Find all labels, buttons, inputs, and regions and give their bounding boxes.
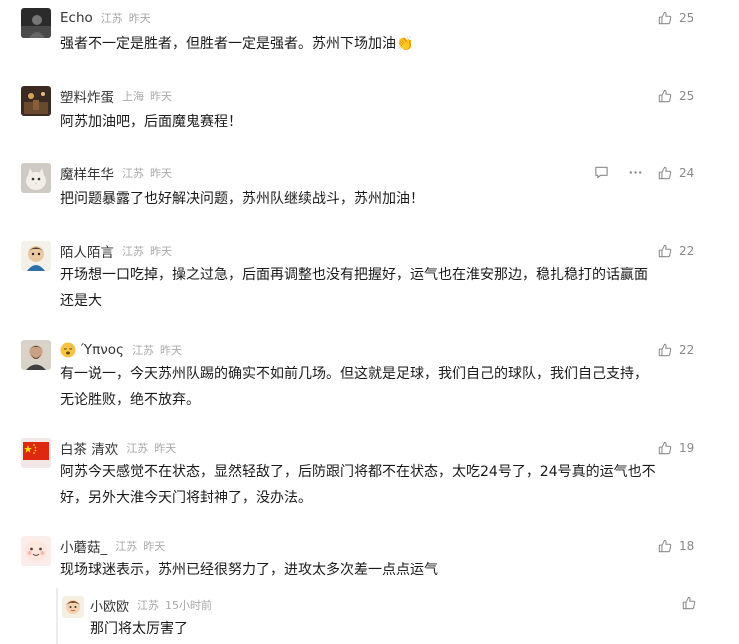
cartoon-avatar-icon[interactable]: [62, 596, 84, 618]
like-count: 24: [679, 166, 695, 180]
comment-username[interactable]: Echo: [60, 10, 93, 26]
comment-time: 昨天: [150, 90, 172, 103]
cartoon-avatar-icon[interactable]: [21, 241, 51, 271]
comment-time: 昨天: [143, 540, 166, 553]
thumbs-up-icon[interactable]: [682, 596, 696, 610]
smile-avatar-icon[interactable]: [21, 536, 51, 566]
reply-location: 江苏: [137, 599, 160, 612]
like-button[interactable]: 25: [658, 8, 696, 28]
comment-username[interactable]: 陌人陌言: [60, 241, 114, 261]
comment-time: 昨天: [128, 12, 151, 25]
comment-location: 上海: [122, 90, 144, 103]
portrait-avatar-icon[interactable]: [21, 340, 51, 370]
comment-time: 昨天: [154, 442, 177, 455]
comment-time: 昨天: [160, 344, 182, 357]
comment-username[interactable]: 小蘑菇_: [60, 536, 107, 556]
like-count: 18: [679, 539, 695, 553]
comment-username[interactable]: 魔样年华: [60, 163, 114, 183]
comment-location: 江苏: [115, 540, 138, 553]
thumbs-up-icon: [658, 166, 672, 180]
comment-text: 阿苏今天感觉不在状态，显然轻敌了，后防跟门将都不在状态，太吃24号了，24号真的…: [60, 464, 656, 506]
comment-text: 有一说一，今天苏州队踢的确实不如前几场。但这就是足球，我们自己的球队，我们自己支…: [60, 366, 648, 408]
thumbs-up-icon: [658, 343, 672, 357]
user-avatar-icon[interactable]: [21, 86, 51, 116]
more-icon[interactable]: [628, 165, 643, 180]
comment-username[interactable]: 塑料炸蛋: [60, 86, 114, 106]
like-count: 25: [679, 11, 695, 25]
like-button[interactable]: 24: [658, 163, 696, 183]
thumbs-up-icon: [658, 244, 672, 258]
comment-username[interactable]: Ύπνος: [81, 342, 124, 358]
like-count: 19: [679, 441, 695, 455]
comment-text: 强者不一定是胜者，但胜者一定是强者。苏州下场加油👏: [60, 36, 414, 52]
comment-location: 江苏: [132, 344, 154, 357]
thumbs-up-icon: [658, 11, 672, 25]
comment-time: 昨天: [150, 245, 172, 258]
comment-text: 阿苏加油吧，后面魔鬼赛程！: [60, 114, 242, 130]
thumbs-up-icon: [658, 89, 672, 103]
thumbs-up-icon: [658, 539, 672, 553]
sleepy-face-emoji-icon: [60, 342, 76, 358]
like-button[interactable]: 18: [658, 536, 696, 556]
reply-username[interactable]: 小欧欧: [90, 596, 129, 615]
comment-location: 江苏: [100, 12, 123, 25]
like-count: 25: [679, 89, 695, 103]
comment-location: 江苏: [126, 442, 149, 455]
like-button[interactable]: 22: [658, 241, 696, 261]
thumbs-up-icon: [658, 441, 672, 455]
flag-avatar-icon[interactable]: [21, 438, 51, 468]
comment-text: 把问题暴露了也好解决问题，苏州队继续战斗，苏州加油！: [60, 191, 424, 207]
like-button[interactable]: 19: [658, 438, 696, 458]
like-count: 22: [679, 244, 695, 258]
reply-time: 15小时前: [165, 599, 213, 612]
cat-avatar-icon[interactable]: [21, 163, 51, 193]
reply-icon[interactable]: [594, 165, 609, 180]
comment-text: 开场想一口吃掉，操之过急，后面再调整也没有把握好，运气也在淮安那边，稳扎稳打的话…: [60, 267, 648, 309]
comment-text: 现场球迷表示，苏州已经很努力了，进攻太多次差一点点运气: [60, 562, 438, 578]
user-avatar-icon[interactable]: [21, 8, 51, 38]
reply-text: 那门将太厉害了: [90, 621, 188, 637]
like-button[interactable]: 22: [658, 340, 696, 360]
like-button[interactable]: 25: [658, 86, 696, 106]
comment-location: 江苏: [122, 245, 144, 258]
comment-time: 昨天: [150, 167, 172, 180]
comment-username[interactable]: 白茶 清欢: [60, 438, 118, 458]
reply-item: 小欧欧 江苏 15小时前 那门将太厉害了: [56, 588, 718, 644]
comment-location: 江苏: [122, 167, 144, 180]
like-count: 22: [679, 343, 695, 357]
